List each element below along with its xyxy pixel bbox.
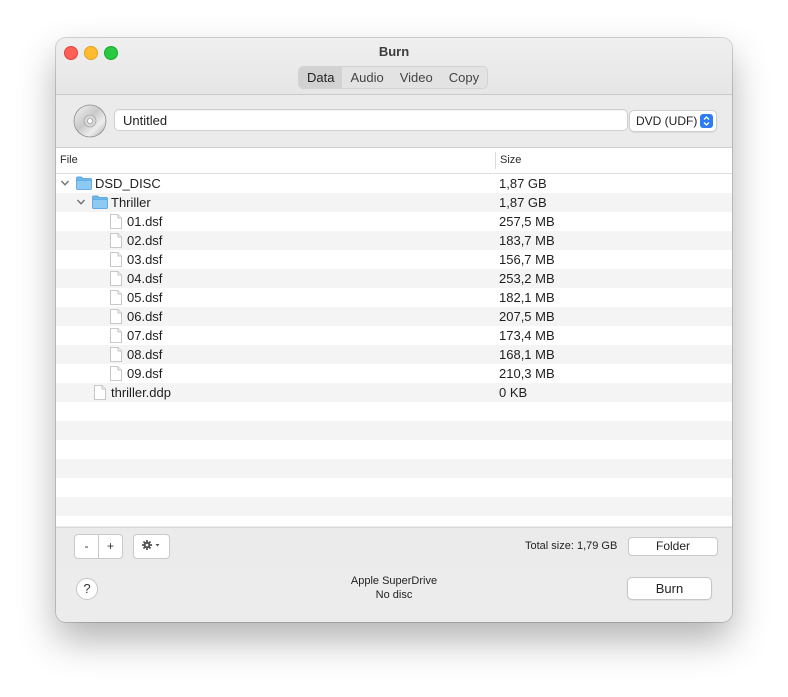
empty-row <box>56 478 732 497</box>
file-name: 01.dsf <box>127 214 163 229</box>
disc-toolbar: DVD (UDF) <box>56 95 732 148</box>
document-icon <box>94 385 106 400</box>
file-size: 168,1 MB <box>499 347 555 362</box>
file-size: 183,7 MB <box>499 233 555 248</box>
file-size: 182,1 MB <box>499 290 555 305</box>
document-icon <box>110 290 122 305</box>
document-icon <box>110 347 122 362</box>
file-size: 253,2 MB <box>499 271 555 286</box>
bottom-bar: - + Total size: 1,79 GB Folder <box>56 527 732 569</box>
table-row[interactable]: 07.dsf 173,4 MB <box>56 326 732 345</box>
table-row[interactable]: 08.dsf 168,1 MB <box>56 345 732 364</box>
empty-row <box>56 497 732 516</box>
burn-button[interactable]: Burn <box>627 577 712 600</box>
document-icon <box>110 309 122 324</box>
window-title: Burn <box>378 44 410 59</box>
file-name: 02.dsf <box>127 233 163 248</box>
table-row[interactable]: thriller.ddp 0 KB <box>56 383 732 402</box>
folder-icon <box>76 176 92 190</box>
disc-icon <box>73 104 107 138</box>
gear-icon <box>141 540 159 550</box>
document-icon <box>110 328 122 343</box>
add-item-button[interactable]: + <box>98 534 123 559</box>
document-icon <box>110 271 122 286</box>
table-row[interactable]: 04.dsf 253,2 MB <box>56 269 732 288</box>
file-name: thriller.ddp <box>111 385 171 400</box>
file-table: File Size DSD_DISC 1,87 GB Thriller 1,87 GB… <box>56 148 732 526</box>
table-row[interactable]: DSD_DISC 1,87 GB <box>56 174 732 193</box>
file-size: 173,4 MB <box>499 328 555 343</box>
file-name: 05.dsf <box>127 290 163 305</box>
document-icon <box>110 252 122 267</box>
remove-item-button[interactable]: - <box>74 534 99 559</box>
folder-icon <box>92 195 108 209</box>
column-header-file[interactable]: File <box>60 154 78 166</box>
file-name: 09.dsf <box>127 366 163 381</box>
footer: ? Apple SuperDrive No disc Burn <box>56 568 732 622</box>
total-size-label: Total size: 1,79 GB <box>525 540 618 552</box>
format-select-label: DVD (UDF) <box>636 114 698 128</box>
table-header: File Size <box>56 148 732 174</box>
file-size: 1,87 GB <box>499 176 547 191</box>
tab-copy[interactable]: Copy <box>441 67 487 88</box>
chevron-down-icon <box>155 544 159 547</box>
disc-name-input[interactable] <box>114 109 628 131</box>
table-row[interactable]: 03.dsf 156,7 MB <box>56 250 732 269</box>
mode-tabs: Data Audio Video Copy <box>298 66 489 89</box>
document-icon <box>110 366 122 381</box>
empty-row <box>56 402 732 421</box>
table-row[interactable]: Thriller 1,87 GB <box>56 193 732 212</box>
table-row[interactable]: 06.dsf 207,5 MB <box>56 307 732 326</box>
file-name: 04.dsf <box>127 271 163 286</box>
column-header-size[interactable]: Size <box>500 154 521 166</box>
tab-video[interactable]: Video <box>392 67 441 88</box>
file-name: DSD_DISC <box>95 176 161 191</box>
empty-row <box>56 421 732 440</box>
format-select[interactable]: DVD (UDF) <box>629 110 717 132</box>
title-bar: Burn Data Audio Video Copy <box>56 38 732 95</box>
table-row[interactable]: 05.dsf 182,1 MB <box>56 288 732 307</box>
tab-audio[interactable]: Audio <box>342 67 391 88</box>
file-size: 210,3 MB <box>499 366 555 381</box>
action-menu-button[interactable] <box>133 534 170 559</box>
folder-button[interactable]: Folder <box>628 537 718 556</box>
file-size: 156,7 MB <box>499 252 555 267</box>
disclosure-triangle-icon[interactable] <box>60 178 70 188</box>
file-name: 03.dsf <box>127 252 163 267</box>
document-icon <box>110 233 122 248</box>
disclosure-triangle-icon[interactable] <box>76 197 86 207</box>
column-divider <box>495 152 496 169</box>
empty-row <box>56 440 732 459</box>
burn-window: Burn Data Audio Video Copy DVD (UDF) <box>56 38 732 622</box>
chevron-up-down-icon <box>700 114 713 128</box>
tab-data[interactable]: Data <box>299 67 343 88</box>
document-icon <box>110 214 122 229</box>
file-size: 1,87 GB <box>499 195 547 210</box>
file-name: Thriller <box>111 195 151 210</box>
empty-row <box>56 459 732 478</box>
table-row[interactable]: 01.dsf 257,5 MB <box>56 212 732 231</box>
table-row[interactable]: 09.dsf 210,3 MB <box>56 364 732 383</box>
file-name: 07.dsf <box>127 328 163 343</box>
file-size: 257,5 MB <box>499 214 555 229</box>
file-name: 08.dsf <box>127 347 163 362</box>
table-row[interactable]: 02.dsf 183,7 MB <box>56 231 732 250</box>
file-name: 06.dsf <box>127 309 163 324</box>
file-size: 207,5 MB <box>499 309 555 324</box>
file-size: 0 KB <box>499 385 528 400</box>
